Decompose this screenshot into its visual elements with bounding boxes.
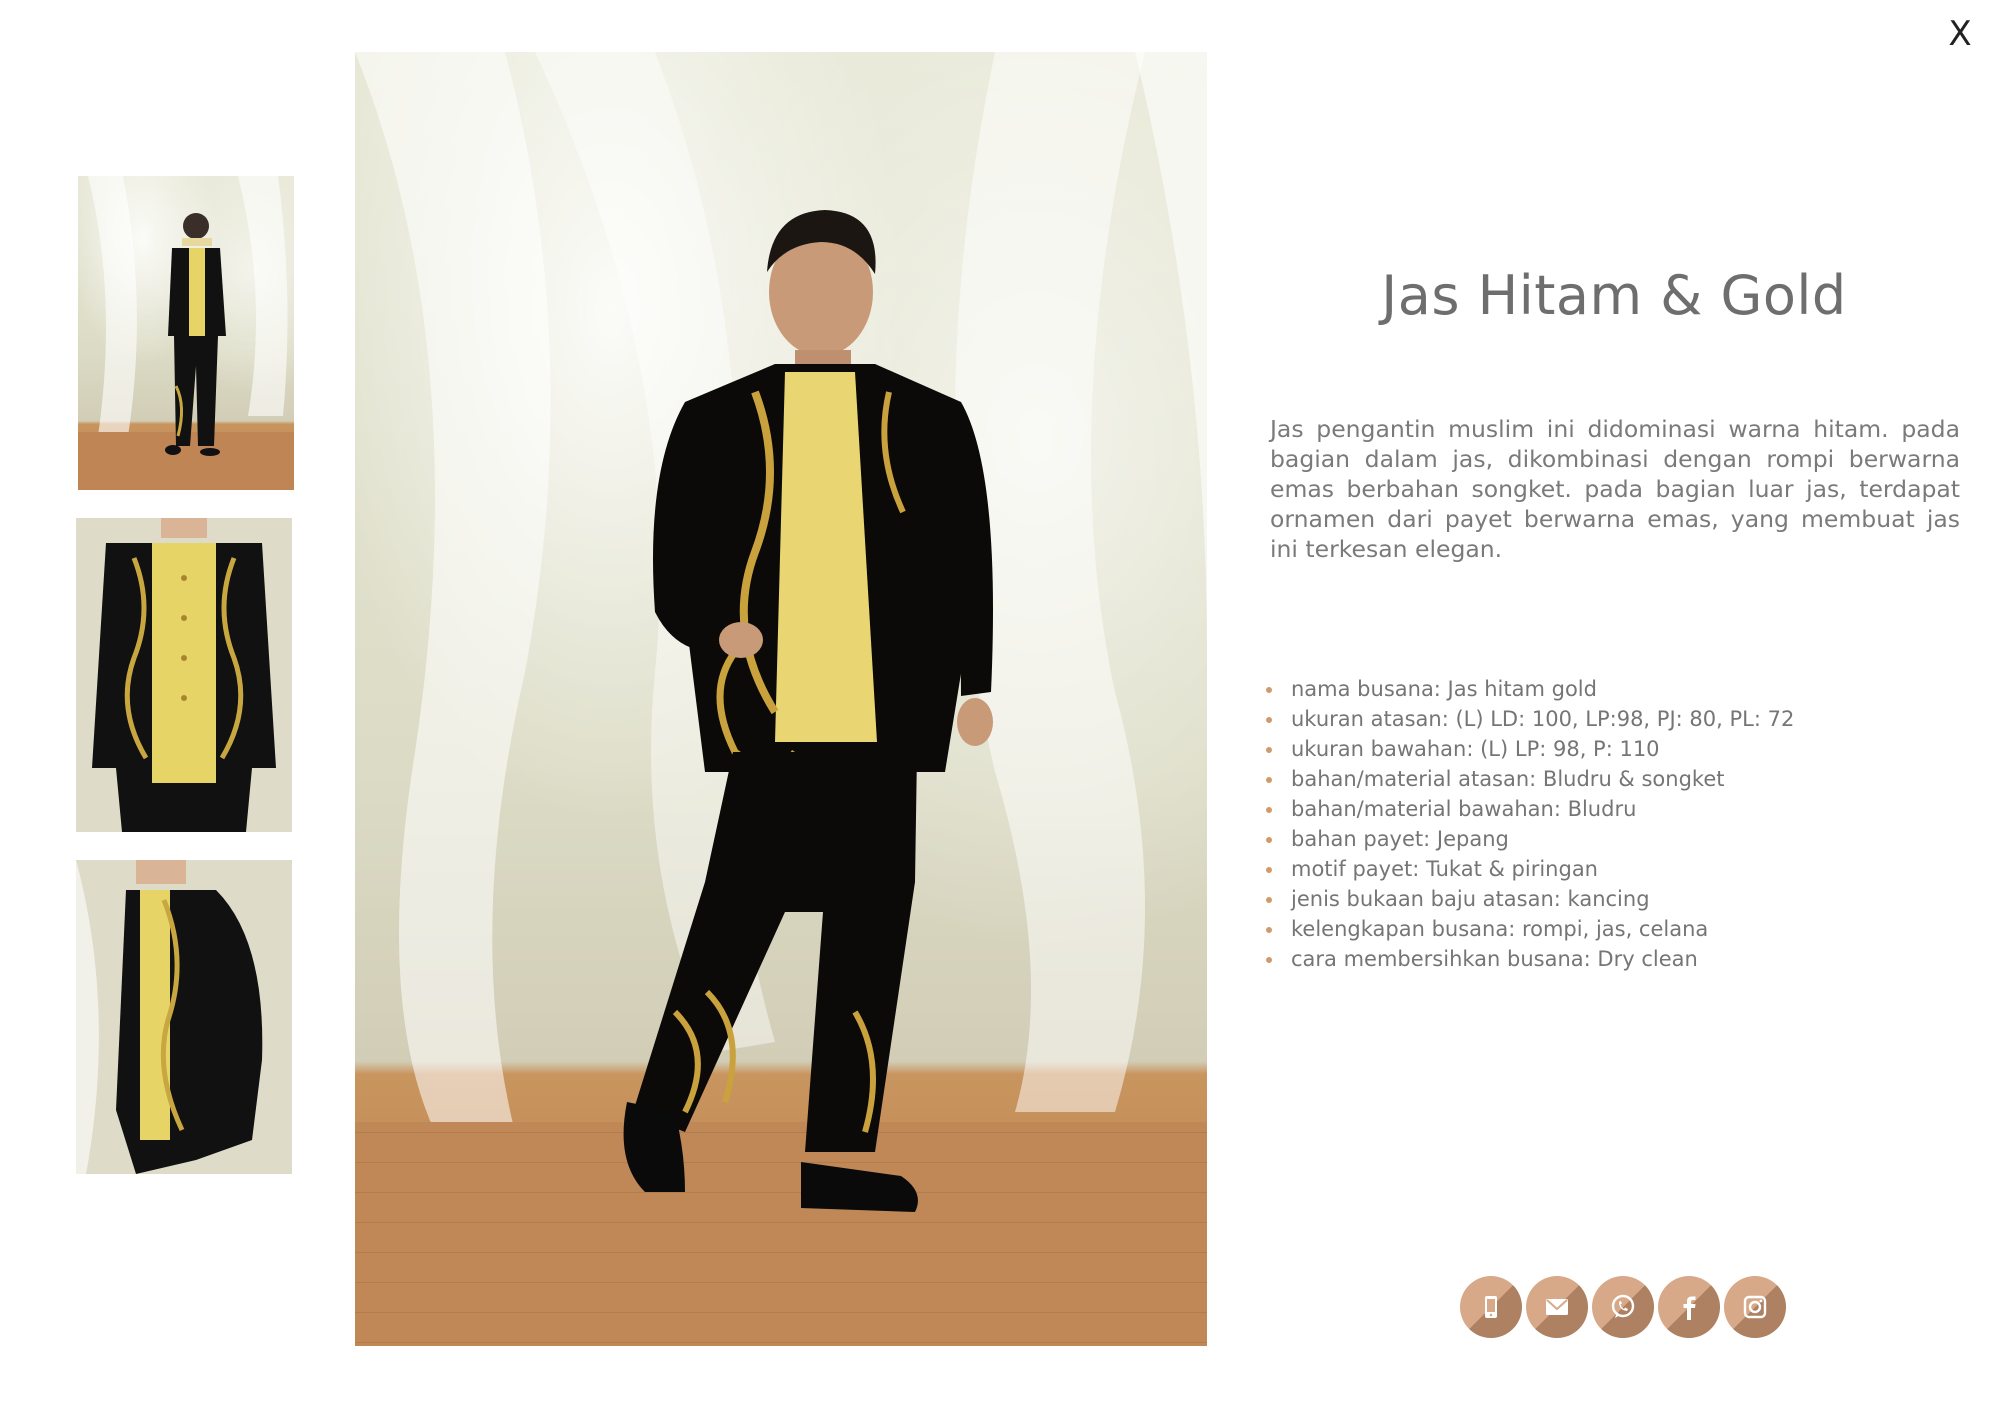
bullet-icon: [1266, 867, 1272, 873]
spec-item: ukuran bawahan: (L) LP: 98, P: 110: [1266, 734, 1956, 764]
spec-text: cara membersihkan busana: Dry clean: [1291, 947, 1698, 971]
spec-item: jenis bukaan baju atasan: kancing: [1266, 884, 1956, 914]
thumbnail-side-view[interactable]: [76, 860, 292, 1174]
spec-text: motif payet: Tukat & piringan: [1291, 857, 1598, 881]
spec-item: motif payet: Tukat & piringan: [1266, 854, 1956, 884]
whatsapp-icon: [1611, 1294, 1635, 1318]
spec-item: ukuran atasan: (L) LD: 100, LP:98, PJ: 8…: [1266, 704, 1956, 734]
phone-icon: [1485, 1296, 1497, 1318]
spec-item: cara membersihkan busana: Dry clean: [1266, 944, 1956, 974]
spec-list: nama busana: Jas hitam gold ukuran atasa…: [1266, 674, 1956, 974]
groom-side-view-photo: [76, 860, 292, 1174]
bullet-icon: [1266, 897, 1272, 903]
spec-item: nama busana: Jas hitam gold: [1266, 674, 1956, 704]
spec-item: bahan payet: Jepang: [1266, 824, 1956, 854]
whatsapp-button[interactable]: [1592, 1276, 1654, 1338]
phone-button[interactable]: [1460, 1276, 1522, 1338]
spec-text: nama busana: Jas hitam gold: [1291, 677, 1597, 701]
bullet-icon: [1266, 717, 1272, 723]
spec-text: bahan payet: Jepang: [1291, 827, 1509, 851]
spec-item: kelengkapan busana: rompi, jas, celana: [1266, 914, 1956, 944]
spec-text: jenis bukaan baju atasan: kancing: [1291, 887, 1650, 911]
product-details: Jas Hitam & Gold Jas pengantin muslim in…: [1266, 0, 1962, 1424]
main-product-photo: [355, 52, 1207, 1346]
bullet-icon: [1266, 777, 1272, 783]
social-buttons: [1460, 1276, 1786, 1338]
product-page: X Jas Hitam & Gold Jas pengantin muslim …: [0, 0, 2000, 1424]
bullet-icon: [1266, 807, 1272, 813]
groom-full-body-photo: [78, 176, 294, 490]
spec-text: ukuran atasan: (L) LD: 100, LP:98, PJ: 8…: [1291, 707, 1795, 731]
thumbnail-full-body[interactable]: [78, 176, 294, 490]
spec-text: ukuran bawahan: (L) LP: 98, P: 110: [1291, 737, 1660, 761]
mail-button[interactable]: [1526, 1276, 1588, 1338]
spec-text: bahan/material bawahan: Bludru: [1291, 797, 1637, 821]
instagram-button[interactable]: [1724, 1276, 1786, 1338]
groom-front-closeup-photo: [76, 518, 292, 832]
spec-text: bahan/material atasan: Bludru & songket: [1291, 767, 1725, 791]
facebook-button[interactable]: [1658, 1276, 1720, 1338]
thumbnail-front-closeup[interactable]: [76, 518, 292, 832]
instagram-icon: [1743, 1295, 1767, 1319]
spec-item: bahan/material atasan: Bludru & songket: [1266, 764, 1956, 794]
groom-main-photo: [355, 52, 1207, 1346]
bullet-icon: [1266, 747, 1272, 753]
facebook-icon: [1683, 1296, 1696, 1320]
product-description: Jas pengantin muslim ini didominasi warn…: [1270, 415, 1960, 563]
mail-icon: [1546, 1299, 1568, 1315]
bullet-icon: [1266, 927, 1272, 933]
bullet-icon: [1266, 957, 1272, 963]
bullet-icon: [1266, 687, 1272, 693]
bullet-icon: [1266, 837, 1272, 843]
spec-item: bahan/material bawahan: Bludru: [1266, 794, 1956, 824]
product-title: Jas Hitam & Gold: [1381, 264, 1847, 327]
spec-text: kelengkapan busana: rompi, jas, celana: [1291, 917, 1709, 941]
